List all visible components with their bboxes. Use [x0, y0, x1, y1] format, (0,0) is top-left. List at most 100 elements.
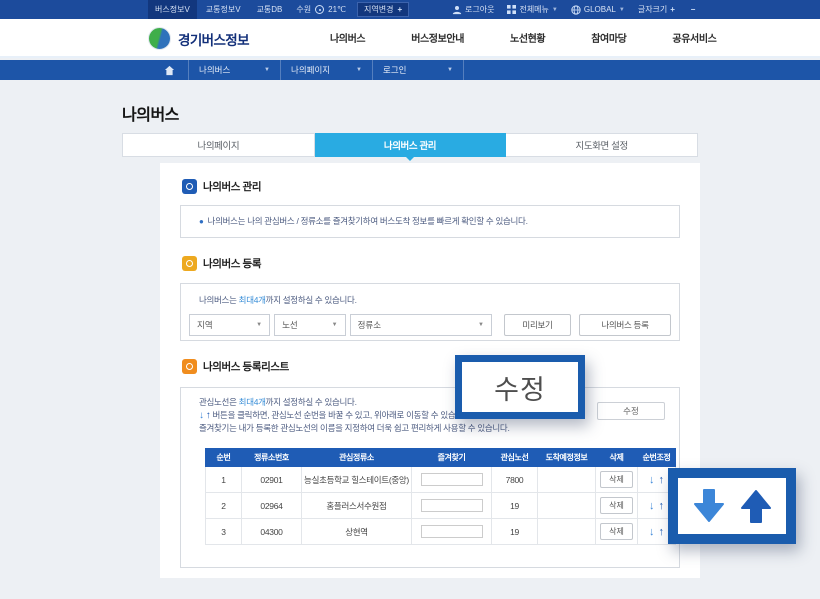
edit-button[interactable]: 수정 [597, 402, 665, 420]
all-menu-button[interactable]: 전체메뉴 ▼ [507, 4, 558, 15]
cell-delete: 삭제 [595, 492, 638, 519]
caret-down-icon: ▼ [551, 6, 558, 13]
breadcrumb-menu-3[interactable]: 로그인 ▼ [372, 60, 464, 80]
breadcrumb: 나의버스 ▼ 나의페이지 ▼ 로그인 ▼ [0, 60, 820, 80]
topbar-traffic-info[interactable]: 교통정보V [199, 0, 248, 19]
cell-favorite [411, 492, 492, 519]
bullet-icon: ● [199, 217, 204, 226]
cell-stop-number: 02964 [241, 492, 302, 519]
global-button[interactable]: GLOBAL ▼ [571, 4, 625, 15]
move-down-button[interactable]: ↓ [647, 474, 657, 486]
nav-item-bus-info[interactable]: 버스정보안내 [411, 30, 464, 45]
register-my-bus-button[interactable]: 나의버스 등록 [579, 314, 671, 336]
preview-button[interactable]: 미리보기 [503, 314, 572, 336]
arrow-up-icon [740, 490, 771, 523]
plus-icon: + [670, 5, 675, 14]
register-box: 나의버스는 최대4개까지 설정하실 수 있습니다. 지역 ▼ 노선 ▼ 정류소 ▼ 미… [180, 283, 680, 341]
topbar-bus-info[interactable]: 버스정보V [148, 0, 197, 19]
arrow-up-icon: ↑ [205, 410, 211, 421]
register-note: 나의버스는 최대4개까지 설정하실 수 있습니다. [181, 294, 679, 307]
nav-item-shared-services[interactable]: 공유서비스 [672, 30, 716, 45]
breadcrumb-menu-2[interactable]: 나의페이지 ▼ [280, 60, 372, 80]
cell-arrival [537, 492, 596, 519]
favorite-input[interactable] [420, 499, 483, 512]
global-label: GLOBAL [583, 5, 616, 14]
caret-down-icon: ▼ [447, 67, 453, 73]
cell-delete: 삭제 [595, 518, 638, 545]
font-size-decrease-button[interactable]: − [688, 5, 698, 14]
manage-info-box: ● 나의버스는 나의 관심버스 / 정류소를 즐겨찾기하여 버스도착 정보를 빠르… [180, 205, 680, 238]
nav-item-route-status[interactable]: 노선현황 [510, 30, 546, 45]
cell-seq: 1 [205, 466, 242, 493]
register-note-prefix: 나의버스는 [199, 295, 239, 305]
region-change-label: 지역변경 [364, 5, 394, 14]
topbar-bus-info-label: 버스정보V [155, 5, 190, 14]
manage-note: ● 나의버스는 나의 관심버스 / 정류소를 즐겨찾기하여 버스도착 정보를 빠르… [199, 215, 528, 228]
delete-button[interactable]: 삭제 [600, 497, 633, 514]
tab-map-settings[interactable]: 지도화면 설정 [506, 133, 699, 157]
list-note1-suffix: 까지 설정하실 수 있습니다. [265, 397, 357, 407]
home-button[interactable] [150, 60, 188, 80]
region-change-button[interactable]: 지역변경 + [357, 2, 410, 17]
weather-temp-label: 21℃ [328, 5, 347, 14]
topbar-traffic-info-label: 교통정보V [205, 5, 241, 14]
col-delete: 삭제 [595, 448, 638, 467]
move-up-button[interactable]: ↑ [657, 526, 667, 538]
col-arrival-info: 도착예정정보 [537, 448, 596, 467]
nav-item-participation[interactable]: 참여마당 [591, 30, 627, 45]
site-logo[interactable]: 경기버스정보 [148, 27, 250, 50]
favorite-input[interactable] [420, 473, 483, 486]
list-note-3: 즐겨찾기는 내가 등록한 관심노선의 이름을 지정하여 더욱 쉽고 편리하게 사… [181, 422, 679, 435]
register-note-highlight: 최대4개 [238, 295, 266, 305]
breadcrumb-label: 나의버스 [199, 65, 231, 75]
cell-seq: 3 [205, 518, 242, 545]
list-box: 관심노선은 최대4개까지 설정하실 수 있습니다. ↓ ↑ 버튼을 클릭하면, … [180, 387, 680, 568]
move-down-button[interactable]: ↓ [647, 500, 657, 512]
font-size-increase-button[interactable]: 글자크기 + [638, 4, 675, 15]
section-list-icon [182, 359, 197, 374]
table-row: 2 02964 홈플러스서수원점 19 삭제 ↓ ↑ [205, 492, 676, 519]
section-register-icon [182, 256, 197, 271]
col-favorite: 즐겨찾기 [411, 448, 492, 467]
tab-my-bus-manage[interactable]: 나의버스 관리 [314, 133, 507, 161]
active-tab-pointer [405, 156, 415, 161]
region-select[interactable]: 지역 ▼ [189, 314, 271, 336]
tab-bar: 나의페이지 나의버스 관리 지도화면 설정 [122, 133, 699, 161]
caret-down-icon: ▼ [618, 6, 625, 13]
list-note2-text: 버튼을 클릭하면, 관심노선 순번을 바꿀 수 있고, 위아래로 이동할 수 있… [212, 410, 473, 420]
move-up-button[interactable]: ↑ [657, 474, 667, 486]
col-route: 관심노선 [491, 448, 538, 467]
col-stop-number: 정류소번호 [241, 448, 302, 467]
content-panel: 나의버스 관리 ● 나의버스는 나의 관심버스 / 정류소를 즐겨찾기하여 버스도… [160, 163, 700, 578]
page-title: 나의버스 [122, 107, 179, 124]
tab-label: 나의페이지 [197, 141, 240, 152]
logout-button[interactable]: 로그아웃 [452, 4, 494, 15]
topbar-traffic-db[interactable]: 교통DB [250, 0, 290, 19]
section-title: 나의버스 등록 [203, 258, 262, 270]
section-title: 나의버스 등록리스트 [203, 361, 289, 373]
breadcrumb-menu-1[interactable]: 나의버스 ▼ [188, 60, 280, 80]
cell-stop-name: 능실초등학교 힐스테이트(중앙) [301, 466, 412, 493]
stop-select[interactable]: 정류소 ▼ [349, 314, 492, 336]
delete-button[interactable]: 삭제 [600, 523, 633, 540]
edit-callout-label: 수정 [494, 374, 546, 405]
move-down-button[interactable]: ↓ [647, 526, 657, 538]
route-select[interactable]: 노선 ▼ [274, 314, 346, 336]
delete-button[interactable]: 삭제 [600, 471, 633, 488]
col-seq: 순번 [205, 448, 242, 467]
weather-status: 수원 21℃ [291, 0, 351, 19]
move-up-button[interactable]: ↑ [657, 500, 667, 512]
favorite-input[interactable] [420, 525, 483, 538]
nav-item-my-bus[interactable]: 나의버스 [330, 30, 366, 45]
caret-down-icon: ▼ [331, 322, 338, 328]
arrow-down-icon [693, 489, 724, 522]
plus-icon: + [397, 5, 403, 14]
section-register-heading: 나의버스 등록 [182, 256, 261, 271]
home-icon [164, 65, 174, 75]
grid-icon [507, 5, 517, 14]
cell-stop-name: 상현역 [301, 518, 412, 545]
tab-my-page[interactable]: 나의페이지 [122, 133, 315, 157]
globe-icon [571, 4, 581, 15]
register-controls: 지역 ▼ 노선 ▼ 정류소 ▼ 미리보기 나의버스 등록 [181, 314, 679, 336]
cell-stop-number: 04300 [241, 518, 302, 545]
